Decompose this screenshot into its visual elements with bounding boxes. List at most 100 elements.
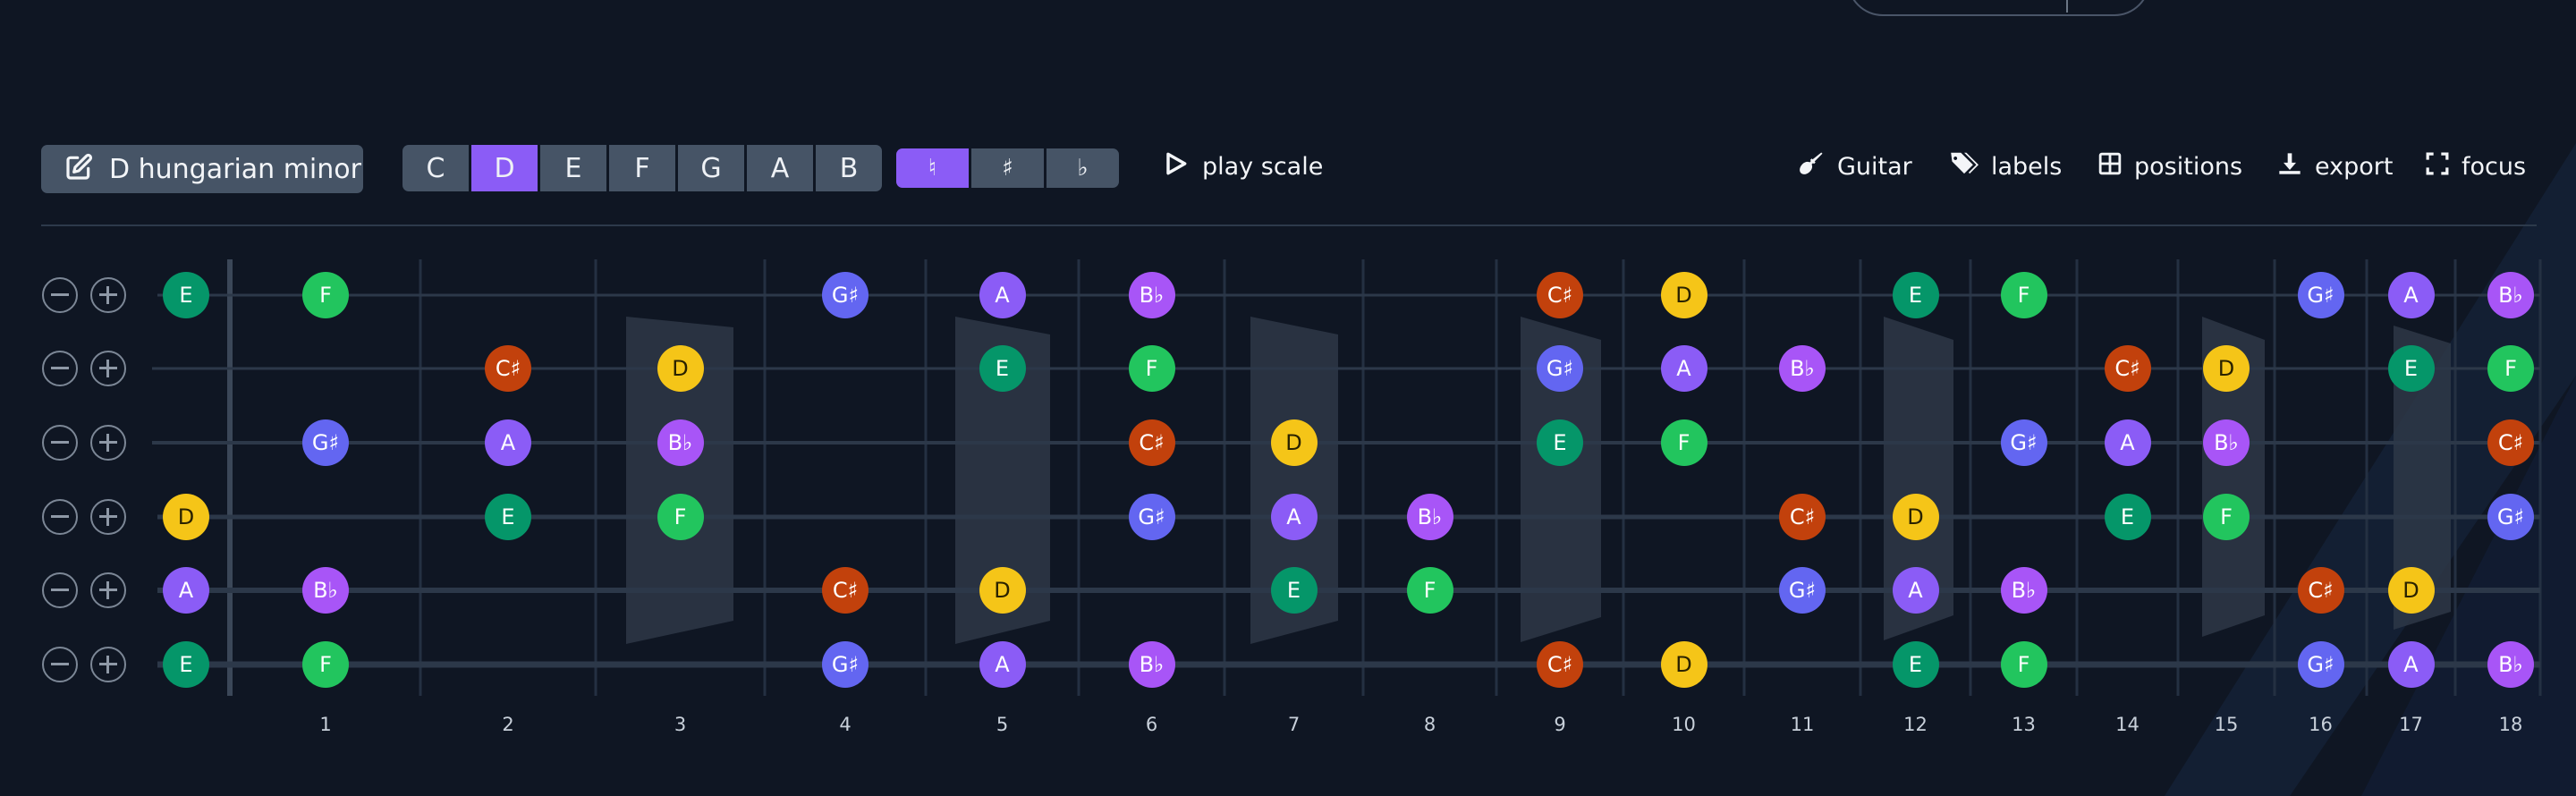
string-5-tune-up-button[interactable] [90, 572, 126, 608]
note-s2-f6[interactable]: F [1128, 345, 1175, 392]
open-note-string-4[interactable]: D [163, 494, 209, 540]
note-s5-f13[interactable]: B♭ [2000, 567, 2047, 614]
note-s3-f10[interactable]: F [1660, 419, 1707, 466]
note-s2-f5[interactable]: E [979, 345, 1026, 392]
note-s5-f16[interactable]: C♯ [2297, 567, 2344, 614]
string-5-tune-down-button[interactable] [42, 572, 78, 608]
string-2-tune-down-button[interactable] [42, 351, 78, 386]
note-s5-f17[interactable]: D [2387, 567, 2435, 614]
root-option-2[interactable]: E [540, 145, 606, 191]
positions-button[interactable]: positions [2098, 148, 2242, 184]
root-option-6[interactable]: B [816, 145, 882, 191]
note-s3-f15[interactable]: B♭ [2203, 419, 2250, 466]
accidental-option-1[interactable]: ♯ [971, 148, 1044, 188]
note-s6-f17[interactable]: A [2387, 641, 2435, 688]
note-s4-f2[interactable]: E [485, 494, 531, 540]
note-s1-f4[interactable]: G♯ [822, 272, 869, 318]
note-s3-f18[interactable]: C♯ [2487, 419, 2534, 466]
scale-select-button[interactable]: D hungarian minor [41, 145, 363, 193]
root-option-3[interactable]: F [609, 145, 675, 191]
note-s2-f2[interactable]: C♯ [485, 345, 531, 392]
note-s4-f14[interactable]: E [2104, 494, 2151, 540]
labels-button[interactable]: labels [1950, 148, 2062, 184]
note-s6-f16[interactable]: G♯ [2297, 641, 2344, 688]
note-s3-f2[interactable]: A [485, 419, 531, 466]
note-s6-f10[interactable]: D [1660, 641, 1707, 688]
string-2-tune-up-button[interactable] [90, 351, 126, 386]
note-s4-f12[interactable]: D [1892, 494, 1939, 540]
root-option-1[interactable]: D [471, 145, 538, 191]
root-option-0[interactable]: C [402, 145, 469, 191]
note-s1-f13[interactable]: F [2000, 272, 2047, 318]
note-s4-f18[interactable]: G♯ [2487, 494, 2534, 540]
note-s1-f12[interactable]: E [1892, 272, 1939, 318]
accidental-option-2[interactable]: ♭ [1046, 148, 1119, 188]
note-s5-f5[interactable]: D [979, 567, 1026, 614]
note-s5-f1[interactable]: B♭ [302, 567, 349, 614]
note-s1-f9[interactable]: C♯ [1537, 272, 1583, 318]
play-icon [1161, 149, 1190, 184]
note-s6-f1[interactable]: F [302, 641, 349, 688]
note-s2-f17[interactable]: E [2387, 345, 2435, 392]
note-s2-f3[interactable]: D [657, 345, 704, 392]
instrument-button[interactable]: Guitar [1798, 148, 1912, 184]
root-option-5[interactable]: A [747, 145, 813, 191]
note-s4-f3[interactable]: F [657, 494, 704, 540]
note-s1-f18[interactable]: B♭ [2487, 272, 2534, 318]
note-s4-f8[interactable]: B♭ [1406, 494, 1453, 540]
fret-line-11 [1859, 259, 1862, 696]
note-s3-f9[interactable]: E [1537, 419, 1583, 466]
note-s2-f9[interactable]: G♯ [1537, 345, 1583, 392]
note-s3-f6[interactable]: C♯ [1128, 419, 1175, 466]
open-note-string-1[interactable]: E [163, 272, 209, 318]
note-s6-f9[interactable]: C♯ [1537, 641, 1583, 688]
note-s6-f4[interactable]: G♯ [822, 641, 869, 688]
note-s3-f13[interactable]: G♯ [2000, 419, 2047, 466]
note-s2-f18[interactable]: F [2487, 345, 2534, 392]
root-option-4[interactable]: G [678, 145, 744, 191]
note-s1-f10[interactable]: D [1660, 272, 1707, 318]
note-s5-f7[interactable]: E [1270, 567, 1318, 614]
note-s1-f1[interactable]: F [302, 272, 349, 318]
note-s1-f5[interactable]: A [979, 272, 1026, 318]
play-scale-button[interactable]: play scale [1161, 148, 1323, 184]
note-s4-f15[interactable]: F [2203, 494, 2250, 540]
note-s5-f11[interactable]: G♯ [1779, 567, 1826, 614]
string-6-tune-up-button[interactable] [90, 647, 126, 682]
note-s5-f8[interactable]: F [1406, 567, 1453, 614]
accidental-option-0[interactable]: ♮ [896, 148, 969, 188]
string-3-tune-up-button[interactable] [90, 425, 126, 461]
note-s4-f6[interactable]: G♯ [1128, 494, 1175, 540]
note-s1-f6[interactable]: B♭ [1128, 272, 1175, 318]
note-s4-f7[interactable]: A [1270, 494, 1318, 540]
note-s1-f16[interactable]: G♯ [2297, 272, 2344, 318]
note-s5-f4[interactable]: C♯ [822, 567, 869, 614]
note-s2-f10[interactable]: A [1660, 345, 1707, 392]
note-s6-f6[interactable]: B♭ [1128, 641, 1175, 688]
string-4-tune-down-button[interactable] [42, 499, 78, 535]
export-button[interactable]: export [2277, 148, 2393, 184]
open-note-string-5[interactable]: A [163, 567, 209, 614]
note-s2-f14[interactable]: C♯ [2104, 345, 2151, 392]
string-6-tune-down-button[interactable] [42, 647, 78, 682]
note-s2-f11[interactable]: B♭ [1779, 345, 1826, 392]
note-s3-f7[interactable]: D [1270, 419, 1318, 466]
note-s6-f5[interactable]: A [979, 641, 1026, 688]
open-note-string-6[interactable]: E [163, 641, 209, 688]
focus-button[interactable]: focus [2426, 148, 2526, 184]
string-1-tune-up-button[interactable] [90, 277, 126, 313]
string-1-tune-down-button[interactable] [42, 277, 78, 313]
note-s3-f3[interactable]: B♭ [657, 419, 704, 466]
note-s5-f12[interactable]: A [1892, 567, 1939, 614]
string-4-tune-up-button[interactable] [90, 499, 126, 535]
note-s2-f15[interactable]: D [2203, 345, 2250, 392]
note-s6-f12[interactable]: E [1892, 641, 1939, 688]
string-3-tune-down-button[interactable] [42, 425, 78, 461]
note-s3-f14[interactable]: A [2104, 419, 2151, 466]
fretboard: E F G♯ A B♭ C♯ D E F G♯ A B♭ C♯ D E F G♯ A B♭ C♯ D E F G♯ A B♭ C♯ D… [0, 241, 2576, 796]
note-s3-f1[interactable]: G♯ [302, 419, 349, 466]
note-s1-f17[interactable]: A [2387, 272, 2435, 318]
note-s6-f18[interactable]: B♭ [2487, 641, 2534, 688]
note-s4-f11[interactable]: C♯ [1779, 494, 1826, 540]
note-s6-f13[interactable]: F [2000, 641, 2047, 688]
